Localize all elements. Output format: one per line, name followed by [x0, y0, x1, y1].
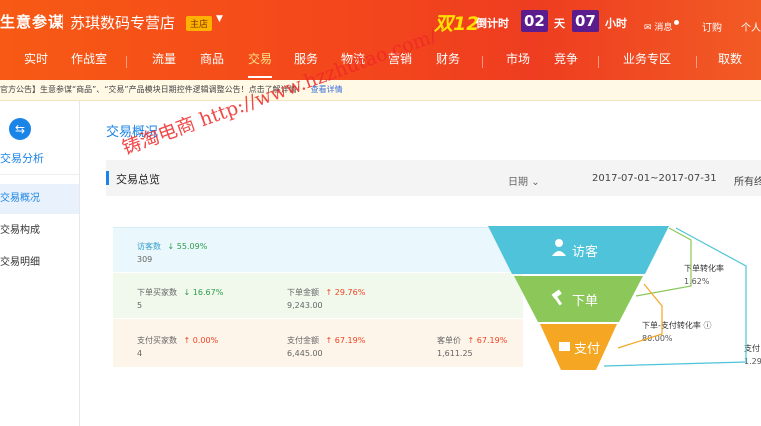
metric-row-order: 下单买家数 ↓ 16.67% 5 下单金额 ↑ 29.76% 9,243.00 — [113, 273, 523, 318]
metric-order-amount[interactable]: 下单金额 ↑ 29.76% 9,243.00 — [287, 287, 365, 310]
nav-divider — [598, 56, 599, 68]
countdown-hours: 07 — [572, 10, 599, 32]
section-header: 交易总览 日期 ⌄ 2017-07-01~2017-07-31 所有终 — [106, 160, 761, 196]
metric-value: 9,243.00 — [287, 301, 323, 310]
nav-item-market[interactable]: 市场 — [498, 44, 538, 80]
chevron-down-icon[interactable]: ▼ — [216, 14, 223, 24]
sidebar-item-label: 交易概况 — [0, 193, 40, 204]
sidebar-item-trade-detail[interactable]: 交易明细 — [0, 248, 79, 278]
metric-row-pay: 支付买家数 ↑ 0.00% 4 支付金额 ↑ 67.19% 6,445.00 客… — [113, 319, 523, 367]
nav-item-product[interactable]: 商品 — [192, 44, 232, 80]
top-bar: 生意参谋 苏琪数码专营店 主店 ▼ 双12 倒计时 02 天 07 小时 ✉ 消… — [0, 0, 761, 44]
metric-label: 下单金额 ↑ 29.76% — [287, 288, 366, 297]
sidebar-item-trade-overview[interactable]: 交易概况 — [0, 184, 79, 214]
countdown-days: 02 — [521, 10, 548, 32]
nav-item-business-zone[interactable]: 业务专区 — [614, 44, 680, 80]
store-tag-badge: 主店 — [186, 16, 213, 31]
nav-item-traffic[interactable]: 流量 — [144, 44, 184, 80]
nav-label: 商品 — [199, 52, 224, 66]
nav-divider — [126, 56, 127, 68]
metric-value: 309 — [137, 255, 153, 264]
nav-item-data-fetch[interactable]: 取数 — [710, 44, 750, 80]
sidebar-item-trade-composition[interactable]: 交易构成 — [0, 216, 79, 246]
mail-icon: ✉ — [644, 23, 652, 33]
nav-label: 市场 — [505, 52, 530, 66]
sidebar-item-label: 交易构成 — [0, 225, 40, 236]
message-link[interactable]: ✉ 消息 — [644, 20, 680, 33]
nav-label: 交易 — [247, 52, 272, 66]
sidebar: ⇆ 交易分析 交易概况 交易构成 交易明细 — [0, 101, 80, 426]
personal-link[interactable]: 个人 — [741, 19, 761, 34]
metric-value: 4 — [137, 349, 143, 358]
metric-label: 下单买家数 ↓ 16.67% — [137, 288, 224, 297]
metric-row-visitors: 访客数 ↓ 55.09% 309 — [113, 227, 523, 272]
metric-label: 支付买家数 ↑ 0.00% — [137, 336, 219, 345]
countdown-hours-unit: 小时 — [605, 17, 627, 30]
metric-pay-amount[interactable]: 支付金额 ↑ 67.19% 6,445.00 — [287, 335, 365, 358]
nav-item-warroom[interactable]: 作战室 — [66, 44, 112, 80]
divider — [62, 14, 63, 30]
metric-label: 访客数 ↓ 55.09% — [137, 242, 208, 251]
nav-label: 取数 — [717, 52, 742, 66]
nav-label: 作战室 — [70, 52, 107, 66]
funnel-order-label: 下单 — [572, 294, 598, 309]
countdown-label: 倒计时 — [476, 17, 509, 30]
nav-item-realtime[interactable]: 实时 — [18, 44, 54, 80]
arrow-down-icon: ↓ — [167, 242, 175, 251]
arrow-down-icon: ↓ — [183, 288, 191, 297]
nav-label: 财务 — [435, 52, 460, 66]
nav-item-trade[interactable]: 交易 — [240, 44, 280, 80]
nav-label: 流量 — [151, 52, 176, 66]
active-indicator — [248, 76, 272, 78]
date-picker[interactable]: 日期 ⌄ — [508, 173, 540, 188]
countdown-days-unit: 天 — [554, 17, 565, 30]
metric-change: 67.19% — [334, 336, 366, 345]
brand-logo[interactable]: 生意参谋 — [0, 11, 64, 32]
metric-pay-buyers[interactable]: 支付买家数 ↑ 0.00% 4 — [137, 335, 218, 358]
unread-dot — [674, 20, 680, 25]
store-name[interactable]: 苏琪数码专营店 — [70, 12, 175, 33]
nav-label: 业务专区 — [622, 52, 671, 66]
arrow-up-icon: ↑ — [325, 336, 333, 345]
promo-label: 双12 — [434, 13, 480, 35]
date-label: 日期 — [508, 177, 528, 188]
nav-label: 竞争 — [553, 52, 578, 66]
metric-change: 0.00% — [192, 336, 219, 345]
announcement-bar: 官方公告】生意参谋“商品”、“交易”产品模块日期控件逻辑调整公告！点击了解详情！… — [0, 80, 761, 101]
wallet-icon — [559, 342, 570, 351]
subscribe-link[interactable]: 订购 — [702, 19, 722, 34]
sidebar-item-label: 交易明细 — [0, 257, 40, 268]
message-label: 消息 — [654, 23, 673, 33]
metric-value: 5 — [137, 301, 143, 310]
nav-divider — [482, 56, 483, 68]
conversion-funnel: 访客 下单 支付 — [488, 226, 747, 370]
sidebar-title: 交易分析 — [0, 152, 44, 165]
metric-change: 16.67% — [192, 288, 224, 297]
nav-item-competition[interactable]: 竞争 — [546, 44, 586, 80]
metric-order-buyers[interactable]: 下单买家数 ↓ 16.67% 5 — [137, 287, 223, 310]
funnel-pay-label: 支付 — [574, 342, 600, 357]
section-title: 交易总览 — [116, 173, 160, 186]
arrow-up-icon: ↑ — [183, 336, 191, 345]
date-range: 2017-07-01~2017-07-31 — [592, 173, 717, 184]
nav-divider — [696, 56, 697, 68]
metric-visitors[interactable]: 访客数 ↓ 55.09% 309 — [137, 241, 207, 264]
metric-change: 55.09% — [176, 242, 208, 251]
metric-change: 29.76% — [334, 288, 366, 297]
nav-item-finance[interactable]: 财务 — [428, 44, 468, 80]
section-marker — [106, 171, 109, 185]
arrow-up-icon: ↑ — [467, 336, 475, 345]
terminal-select[interactable]: 所有终 — [734, 173, 761, 188]
nav-label: 实时 — [23, 52, 48, 66]
chevron-down-icon: ⌄ — [531, 177, 540, 188]
trade-analysis-icon: ⇆ — [9, 118, 31, 140]
arrow-up-icon: ↑ — [325, 288, 333, 297]
funnel-visitor-label: 访客 — [572, 244, 598, 260]
metric-value: 6,445.00 — [287, 349, 323, 358]
metric-label: 支付金额 ↑ 67.19% — [287, 336, 366, 345]
divider — [0, 174, 79, 175]
